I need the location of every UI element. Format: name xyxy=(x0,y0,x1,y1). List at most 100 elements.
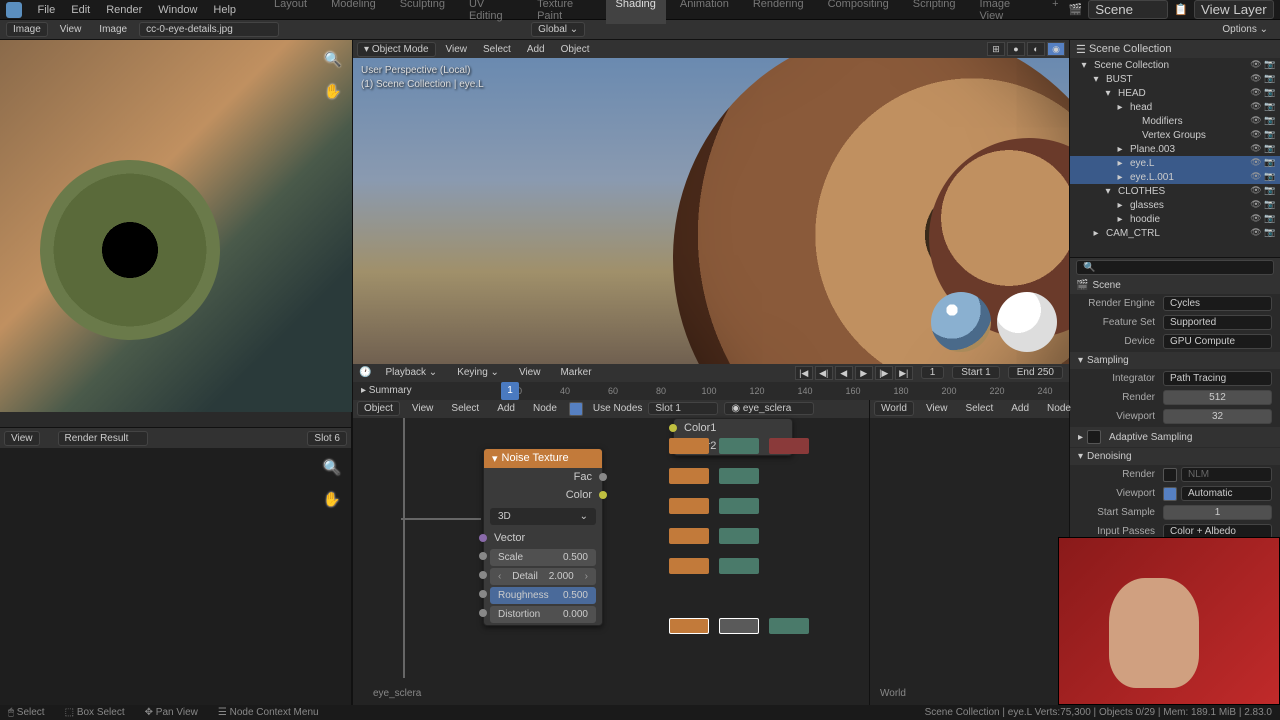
we-mode[interactable]: World xyxy=(874,401,914,416)
slot-dd[interactable]: Slot 6 xyxy=(307,431,347,446)
shading-matprev-icon[interactable]: ◐ xyxy=(1027,42,1045,56)
tab-texpaint[interactable]: Texture Paint xyxy=(527,0,601,24)
we-add[interactable]: Add xyxy=(1005,402,1035,415)
vp-select[interactable]: Select xyxy=(477,43,517,56)
outliner-item[interactable]: ▸hoodie👁📷 xyxy=(1070,212,1280,226)
mini-node[interactable] xyxy=(769,618,809,634)
outliner-item[interactable]: Modifiers👁📷 xyxy=(1070,114,1280,128)
denoiser-dd[interactable]: NLM xyxy=(1181,467,1272,482)
end-frame[interactable]: End 250 xyxy=(1008,366,1063,379)
ne-view[interactable]: View xyxy=(406,402,440,415)
we-select[interactable]: Select xyxy=(959,402,999,415)
world-node-editor[interactable]: World View Select Add Node World xyxy=(869,400,1069,706)
tab-uv[interactable]: UV Editing xyxy=(459,0,523,24)
outliner-item[interactable]: ▸Plane.003👁📷 xyxy=(1070,142,1280,156)
outliner-item[interactable]: Vertex Groups👁📷 xyxy=(1070,128,1280,142)
collapse-icon[interactable]: ▾ xyxy=(492,452,498,465)
ne-mode[interactable]: Object xyxy=(357,401,400,416)
tab-sculpting[interactable]: Sculpting xyxy=(390,0,455,24)
mini-node[interactable] xyxy=(719,528,759,544)
adaptive-check[interactable] xyxy=(1087,430,1101,444)
tab-modeling[interactable]: Modeling xyxy=(321,0,386,24)
pan-icon[interactable]: ✋ xyxy=(322,80,344,102)
mini-node[interactable] xyxy=(719,438,759,454)
orientation-dd[interactable]: Global ⌄ xyxy=(531,22,585,37)
distortion-field[interactable]: Distortion0.000 xyxy=(490,606,596,623)
outliner-item[interactable]: ▾BUST👁📷 xyxy=(1070,72,1280,86)
outliner-item[interactable]: ▾Scene Collection👁📷 xyxy=(1070,58,1280,72)
outliner-item[interactable]: ▸glasses👁📷 xyxy=(1070,198,1280,212)
start-frame[interactable]: Start 1 xyxy=(952,366,999,379)
image-viewer-canvas[interactable]: 🔍 ✋ xyxy=(0,448,351,705)
options-dd[interactable]: Options ⌄ xyxy=(1216,23,1274,36)
slot-field[interactable]: Slot 1 xyxy=(648,402,718,415)
sampling-section[interactable]: ▾ Sampling xyxy=(1070,352,1280,369)
mini-node[interactable] xyxy=(719,498,759,514)
vp-add[interactable]: Add xyxy=(521,43,551,56)
mini-node[interactable] xyxy=(669,498,709,514)
noise-texture-node[interactable]: ▾Noise Texture Fac Color 3D⌄ Vector Scal… xyxy=(483,448,603,626)
tl-summary[interactable]: ▸ Summary xyxy=(361,385,412,396)
ne-add[interactable]: Add xyxy=(491,402,521,415)
material-field[interactable]: ◉ eye_sclera xyxy=(724,402,814,415)
jump-start-icon[interactable]: |◀ xyxy=(795,366,813,380)
tl-keying[interactable]: Keying ⌄ xyxy=(451,366,505,379)
use-nodes-check[interactable] xyxy=(569,402,583,416)
mini-node[interactable] xyxy=(719,468,759,484)
pan-icon-2[interactable]: ✋ xyxy=(321,488,343,510)
zoom-icon-2[interactable]: 🔍 xyxy=(321,456,343,478)
outliner-item[interactable]: ▸eye.L.001👁📷 xyxy=(1070,170,1280,184)
mini-node[interactable] xyxy=(769,438,809,454)
shading-wire-icon[interactable]: ⊞ xyxy=(987,42,1005,56)
outliner-item[interactable]: ▾CLOTHES👁📷 xyxy=(1070,184,1280,198)
mini-node[interactable] xyxy=(669,438,709,454)
we-node[interactable]: Node xyxy=(1041,402,1077,415)
render-samples[interactable]: 512 xyxy=(1163,390,1272,405)
timeline-track[interactable]: ▸ Summary 1 20 40 60 80 100 120 140 160 … xyxy=(353,382,1069,400)
menu-window[interactable]: Window xyxy=(150,4,205,16)
tb-image[interactable]: Image xyxy=(93,23,133,36)
tab-add[interactable]: + xyxy=(1042,0,1068,24)
tab-animation[interactable]: Animation xyxy=(670,0,739,24)
we-view[interactable]: View xyxy=(920,402,954,415)
denoise-vp-check[interactable] xyxy=(1163,487,1177,501)
mini-node[interactable] xyxy=(719,558,759,574)
denoising-section[interactable]: ▾ Denoising xyxy=(1070,448,1280,465)
outliner[interactable]: ▾Scene Collection👁📷▾BUST👁📷▾HEAD👁📷▸head👁📷… xyxy=(1070,58,1280,258)
vp-samples[interactable]: 32 xyxy=(1163,409,1272,424)
ne-select[interactable]: Select xyxy=(445,402,485,415)
mini-node[interactable] xyxy=(669,468,709,484)
tab-imageview[interactable]: Image View xyxy=(970,0,1039,24)
viewlayer-input[interactable] xyxy=(1194,0,1274,19)
scene-name-input[interactable] xyxy=(1088,0,1168,19)
engine-dd[interactable]: Cycles xyxy=(1163,296,1272,311)
mini-node[interactable] xyxy=(669,558,709,574)
menu-help[interactable]: Help xyxy=(205,4,244,16)
shading-solid-icon[interactable]: ● xyxy=(1007,42,1025,56)
playhead[interactable]: 1 xyxy=(501,382,519,400)
render-result-field[interactable]: Render Result xyxy=(58,431,148,446)
menu-edit[interactable]: Edit xyxy=(63,4,98,16)
tab-compositing[interactable]: Compositing xyxy=(818,0,899,24)
editor-type-bar[interactable] xyxy=(0,412,351,428)
start-sample[interactable]: 1 xyxy=(1163,505,1272,520)
ref-file-field[interactable]: cc-0-eye-details.jpg xyxy=(139,22,279,37)
3d-viewport[interactable]: User Perspective (Local) (1) Scene Colle… xyxy=(353,58,1069,364)
tl-view[interactable]: View xyxy=(513,366,547,379)
device-dd[interactable]: GPU Compute xyxy=(1163,334,1272,349)
next-key-icon[interactable]: |▶ xyxy=(875,366,893,380)
vp-denoiser-dd[interactable]: Automatic xyxy=(1181,486,1272,501)
mode-dropdown[interactable]: ▾ Object Mode xyxy=(357,42,436,57)
play-icon[interactable]: ▶ xyxy=(855,366,873,380)
mini-node-selected[interactable] xyxy=(669,618,709,634)
shader-node-editor[interactable]: Object View Select Add Node Use Nodes Sl… xyxy=(353,400,869,706)
outliner-item[interactable]: ▸eye.L👁📷 xyxy=(1070,156,1280,170)
menu-render[interactable]: Render xyxy=(98,4,150,16)
tab-scripting[interactable]: Scripting xyxy=(903,0,966,24)
tab-rendering[interactable]: Rendering xyxy=(743,0,814,24)
tb-view[interactable]: View xyxy=(54,23,88,36)
tl-marker[interactable]: Marker xyxy=(554,366,597,379)
outliner-item[interactable]: ▸head👁📷 xyxy=(1070,100,1280,114)
shading-rendered-icon[interactable]: ◉ xyxy=(1047,42,1065,56)
zoom-icon[interactable]: 🔍 xyxy=(322,48,344,70)
